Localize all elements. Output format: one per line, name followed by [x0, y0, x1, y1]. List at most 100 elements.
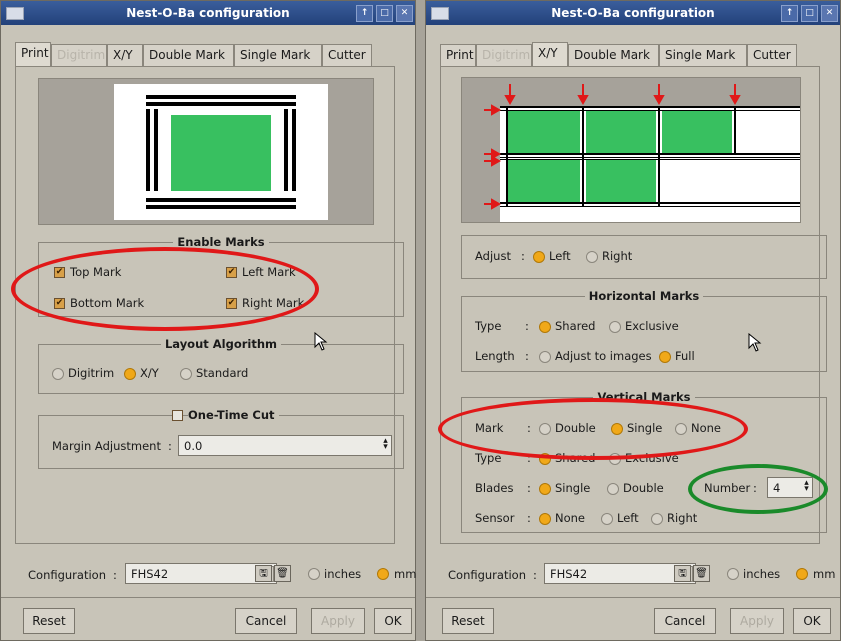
print-panel: Enable Marks ✔ Top Mark ✔ Left Mark ✔ Bo…: [15, 66, 404, 544]
colon-separator: :: [527, 511, 531, 525]
h-exclusive-radio[interactable]: [609, 321, 621, 333]
sensor-none-label: None: [555, 511, 586, 525]
bottom-mark-label: Bottom Mark: [70, 296, 145, 310]
ok-button[interactable]: OK: [374, 608, 412, 634]
apply-button: Apply: [730, 608, 784, 634]
reset-button[interactable]: Reset: [442, 608, 494, 634]
reset-button[interactable]: Reset: [23, 608, 75, 634]
bottom-mark-checkbox[interactable]: ✔: [54, 298, 65, 309]
tab-single-mark[interactable]: Single Mark: [659, 44, 747, 66]
number-label: Number: [704, 481, 751, 495]
save-config-icon[interactable]: 🖫: [255, 565, 272, 582]
adjust-left-label: Left: [549, 249, 571, 263]
pin-icon[interactable]: ↑: [781, 5, 798, 22]
window-title: Nest-O-Ba configuration: [551, 6, 715, 20]
delete-config-icon[interactable]: 🗑: [274, 565, 291, 582]
configuration-label: Configuration: [28, 568, 106, 582]
h-exclusive-label: Exclusive: [625, 319, 679, 333]
top-mark-checkbox[interactable]: ✔: [54, 267, 65, 278]
close-icon[interactable]: ✕: [821, 5, 838, 22]
divider: [1, 597, 415, 598]
colon-separator: :: [753, 481, 757, 495]
delete-config-icon[interactable]: 🗑: [693, 565, 710, 582]
margin-adjustment-input[interactable]: 0.0 ▴ ▾: [178, 435, 392, 456]
layout-algorithm-title: Layout Algorithm: [160, 337, 282, 351]
tab-print[interactable]: Print: [440, 44, 476, 66]
spinner-icon[interactable]: ▴ ▾: [382, 437, 389, 452]
mm-radio[interactable]: [377, 568, 389, 580]
ok-button[interactable]: OK: [793, 608, 831, 634]
tab-cutter[interactable]: Cutter: [322, 44, 372, 66]
v-exclusive-radio[interactable]: [609, 453, 621, 465]
one-time-cut-checkbox[interactable]: [172, 410, 183, 421]
h-length-label: Length: [475, 349, 515, 363]
maximize-icon[interactable]: □: [376, 5, 393, 22]
xy-radio[interactable]: [124, 368, 136, 380]
inches-radio[interactable]: [308, 568, 320, 580]
divider: [426, 597, 840, 598]
tab-single-mark[interactable]: Single Mark: [234, 44, 322, 66]
h-type-label: Type: [475, 319, 502, 333]
colon-separator: :: [168, 439, 172, 453]
h-shared-radio[interactable]: [539, 321, 551, 333]
tab-cutter[interactable]: Cutter: [747, 44, 797, 66]
inches-radio[interactable]: [727, 568, 739, 580]
v-single-label: Single: [627, 421, 663, 435]
sensor-right-radio[interactable]: [651, 513, 663, 525]
maximize-icon[interactable]: □: [801, 5, 818, 22]
v-type-label: Type: [475, 451, 502, 465]
left-mark-checkbox[interactable]: ✔: [226, 267, 237, 278]
v-single-radio[interactable]: [611, 423, 623, 435]
print-preview-frame: [38, 78, 374, 225]
tab-print[interactable]: Print: [15, 42, 51, 67]
v-shared-radio[interactable]: [539, 453, 551, 465]
left-titlebar[interactable]: Nest-O-Ba configuration ↑ □ ✕: [1, 1, 415, 25]
colon-separator: :: [525, 349, 529, 363]
right-titlebar[interactable]: Nest-O-Ba configuration ↑ □ ✕: [426, 1, 840, 25]
spinner-icon[interactable]: ▴ ▾: [803, 479, 810, 494]
blades-double-radio[interactable]: [607, 483, 619, 495]
blades-single-label: Single: [555, 481, 591, 495]
digitrim-radio[interactable]: [52, 368, 64, 380]
tab-double-mark[interactable]: Double Mark: [143, 44, 234, 66]
mm-radio[interactable]: [796, 568, 808, 580]
top-mark-label: Top Mark: [70, 265, 122, 279]
save-config-icon[interactable]: 🖫: [674, 565, 691, 582]
inches-label: inches: [743, 567, 781, 581]
configuration-label: Configuration: [448, 568, 526, 582]
v-exclusive-label: Exclusive: [625, 451, 679, 465]
tab-double-mark[interactable]: Double Mark: [568, 44, 659, 66]
tab-xy[interactable]: X/Y: [532, 42, 568, 67]
standard-radio[interactable]: [180, 368, 192, 380]
adjust-group: [461, 235, 827, 279]
h-shared-label: Shared: [555, 319, 596, 333]
blades-single-radio[interactable]: [539, 483, 551, 495]
adjust-left-radio[interactable]: [533, 251, 545, 263]
right-mark-label: Right Mark: [242, 296, 305, 310]
v-shared-label: Shared: [555, 451, 596, 465]
close-icon[interactable]: ✕: [396, 5, 413, 22]
h-adjust-images-radio[interactable]: [539, 351, 551, 363]
v-none-radio[interactable]: [675, 423, 687, 435]
number-input[interactable]: 4 ▴ ▾: [767, 477, 813, 498]
xy-preview-frame: [461, 77, 801, 223]
right-mark-checkbox[interactable]: ✔: [226, 298, 237, 309]
cancel-button[interactable]: Cancel: [654, 608, 716, 634]
pin-icon[interactable]: ↑: [356, 5, 373, 22]
sensor-none-radio[interactable]: [539, 513, 551, 525]
adjust-right-radio[interactable]: [586, 251, 598, 263]
h-full-radio[interactable]: [659, 351, 671, 363]
vertical-marks-group: Vertical Marks: [461, 390, 827, 533]
cancel-button[interactable]: Cancel: [235, 608, 297, 634]
apply-button: Apply: [311, 608, 365, 634]
mm-label: mm: [813, 567, 836, 581]
sensor-left-radio[interactable]: [601, 513, 613, 525]
digitrim-label: Digitrim: [68, 366, 115, 380]
v-double-radio[interactable]: [539, 423, 551, 435]
tab-xy[interactable]: X/Y: [107, 44, 143, 66]
margin-adjustment-value: 0.0: [184, 439, 203, 453]
colon-separator: :: [527, 451, 531, 465]
adjust-right-label: Right: [602, 249, 633, 263]
horizontal-marks-title: Horizontal Marks: [584, 289, 704, 303]
right-config-window: Nest-O-Ba configuration ↑ □ ✕ Print Digi…: [425, 0, 841, 641]
